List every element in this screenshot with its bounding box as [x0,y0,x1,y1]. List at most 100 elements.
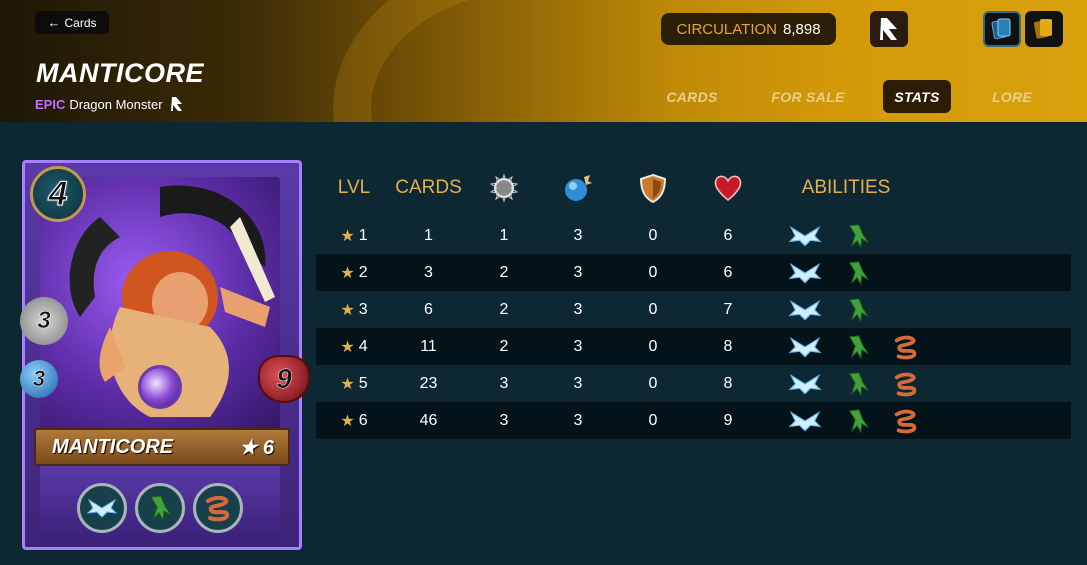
card-ability-coil[interactable] [193,483,243,533]
green-claw-icon [150,495,172,522]
edition-button[interactable] [870,11,908,47]
coil-icon[interactable] [892,370,922,398]
cell-armor: 0 [648,411,658,429]
card-view-button[interactable] [1025,11,1063,47]
health-stat: 9 [258,355,310,403]
tab-for-sale[interactable]: FOR SALE [762,80,854,113]
coil-icon[interactable] [892,333,922,361]
star-icon: ★ [340,264,355,282]
cell-attack: 2 [499,337,509,355]
cell-armor: 0 [648,337,658,355]
green-claw-icon[interactable] [844,222,874,250]
edition-logo-icon [880,18,897,40]
table-row: ★ 5 23 3 3 0 8 [316,365,1071,402]
health-value: 9 [276,363,292,395]
cell-cards: 3 [424,263,433,281]
green-claw-icon[interactable] [844,296,874,324]
star-icon: ★ [340,301,355,319]
shield-wings-icon[interactable] [788,259,822,287]
level-value: 1 [358,226,368,244]
cell-lvl: ★ 6 [326,402,382,439]
cell-health: 8 [723,337,733,355]
shield-wings-icon[interactable] [788,407,822,435]
green-claw-icon[interactable] [844,259,874,287]
card-ability-shield-wings[interactable] [77,483,127,533]
header-speed [560,170,596,206]
shield-wings-icon[interactable] [788,222,822,250]
attack-value: 3 [37,307,51,335]
back-button-label: Cards [64,15,97,30]
header-attack [486,170,522,206]
health-icon [714,175,742,201]
back-to-cards-button[interactable]: ← Cards [35,11,109,34]
cell-health: 7 [723,300,733,318]
table-header: LVL CARDS ABILITIES [316,170,1071,206]
card-image: 4 3 3 9 MANTICORE ★ 6 [20,160,310,550]
header-abilities: ABILITIES [801,177,891,198]
level-value: 5 [358,374,368,392]
cell-health: 8 [723,374,733,392]
cell-speed: 3 [573,263,583,281]
tab-cards[interactable]: CARDS [648,80,736,113]
shield-wings-icon[interactable] [788,333,822,361]
cell-attack: 3 [499,374,509,392]
cell-attack: 2 [499,300,509,318]
coil-icon [206,495,230,522]
cell-cards: 23 [419,374,438,392]
card-ability-claw[interactable] [135,483,185,533]
speed-icon [565,175,592,201]
mana-cost: 4 [30,166,86,222]
cell-speed: 3 [573,337,583,355]
tab-bar: CARDS FOR SALE STATS LORE [0,80,1087,114]
cell-speed: 3 [573,411,583,429]
cell-attack: 3 [499,411,509,429]
header-lvl: LVL [337,177,371,198]
shield-wings-icon [87,498,117,518]
cell-lvl: ★ 4 [326,328,382,365]
card-level: ★ 6 [239,436,274,459]
element-orb [138,365,182,409]
header-health [710,170,746,206]
shield-wings-icon[interactable] [788,370,822,398]
cell-armor: 0 [648,374,658,392]
tab-stats[interactable]: STATS [883,80,951,113]
cell-cards: 46 [419,411,438,429]
circulation-badge: CIRCULATION 8,898 [661,13,836,45]
cell-attack: 2 [499,263,509,281]
cell-armor: 0 [648,226,658,244]
coil-icon[interactable] [892,407,922,435]
grid-view-button[interactable] [983,11,1021,47]
cards-gold-icon [1034,19,1052,39]
level-value: 6 [358,411,368,429]
header-cards: CARDS [395,177,462,198]
level-value: 2 [358,263,368,281]
cell-speed: 3 [573,300,583,318]
cell-lvl: ★ 3 [326,291,382,328]
cell-cards: 11 [420,337,437,355]
cell-attack: 1 [499,226,509,244]
armor-icon [639,173,667,203]
attack-stat: 3 [20,297,68,345]
cell-health: 9 [723,411,733,429]
cell-health: 6 [723,263,733,281]
cell-lvl: ★ 2 [326,254,382,291]
cell-armor: 0 [648,263,658,281]
green-claw-icon[interactable] [844,407,874,435]
circulation-value: 8,898 [783,20,821,38]
cards-blue-icon [991,18,1011,40]
circulation-label: CIRCULATION [676,20,777,38]
green-claw-icon[interactable] [844,370,874,398]
star-icon: ★ [340,412,355,430]
tab-lore[interactable]: LORE [978,80,1046,113]
table-row: ★ 3 6 2 3 0 7 [316,291,1071,328]
card-name-banner: MANTICORE ★ 6 [34,428,290,466]
green-claw-icon[interactable] [844,333,874,361]
speed-value: 3 [32,366,46,392]
cell-lvl: ★ 1 [326,217,382,254]
shield-wings-icon[interactable] [788,296,822,324]
star-icon: ★ [340,227,355,245]
card-name: MANTICORE [52,435,174,458]
header-armor [635,170,671,206]
arrow-left-icon: ← [47,15,61,30]
table-row: ★ 2 3 2 3 0 6 [316,254,1071,291]
